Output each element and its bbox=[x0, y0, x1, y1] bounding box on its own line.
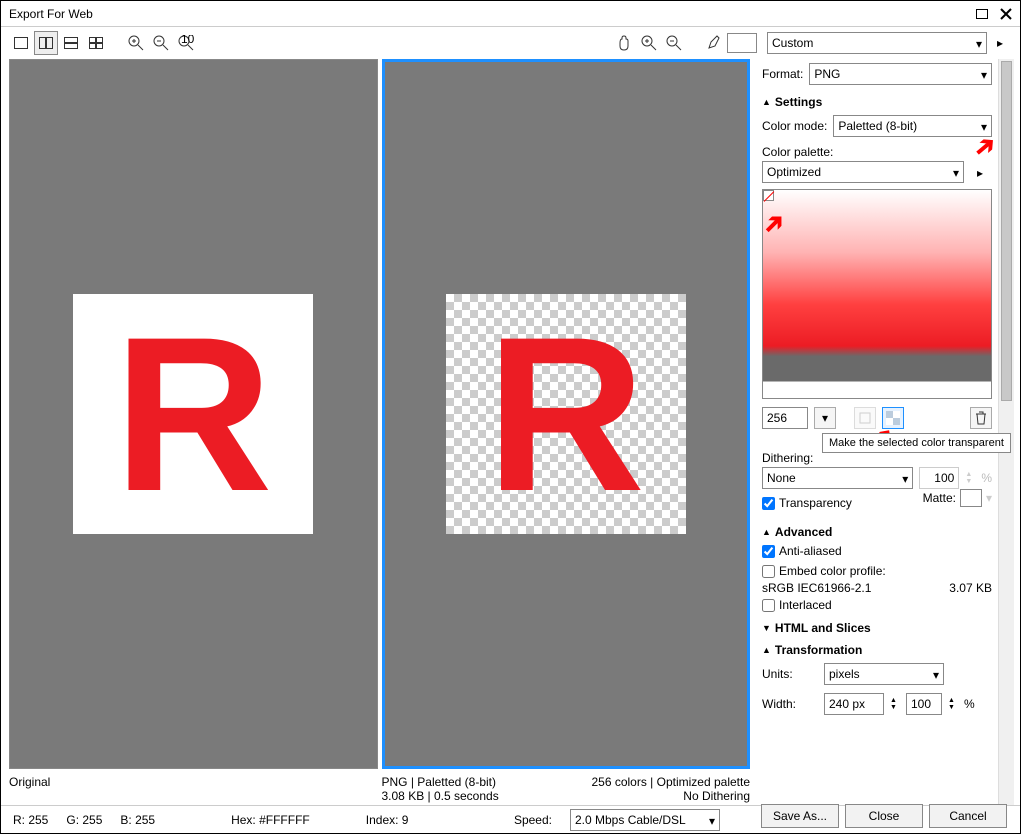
colors-dropdown-icon[interactable]: ▾ bbox=[814, 407, 836, 429]
layout-2up-vert-icon[interactable] bbox=[34, 31, 58, 55]
embed-profile-check[interactable] bbox=[762, 565, 775, 578]
palette-menu-icon[interactable]: ▸ bbox=[968, 161, 992, 185]
status-index: Index: 9 bbox=[366, 813, 409, 827]
svg-text:100: 100 bbox=[181, 35, 194, 46]
dithering-combo[interactable]: None▾ bbox=[762, 467, 913, 489]
window-title: Export For Web bbox=[5, 7, 968, 21]
profile-name: sRGB IEC61966-2.1 bbox=[762, 581, 871, 595]
status-hex: Hex: #FFFFFF bbox=[231, 813, 310, 827]
maximize-icon[interactable] bbox=[972, 5, 992, 23]
layout-single-icon[interactable] bbox=[9, 31, 33, 55]
toolbar: 100 Custom ▾ ▸ bbox=[1, 27, 1020, 59]
status-g: G: 255 bbox=[66, 813, 102, 827]
eyedropper-icon[interactable] bbox=[702, 31, 726, 55]
interlaced-check[interactable] bbox=[762, 599, 775, 612]
section-transform[interactable]: ▲Transformation bbox=[762, 643, 992, 657]
matte-color bbox=[960, 489, 982, 507]
add-color-icon bbox=[854, 407, 876, 429]
preset-combo[interactable]: Custom ▾ bbox=[767, 32, 987, 54]
preview-original[interactable]: R bbox=[9, 59, 378, 769]
color-mode-label: Color mode: bbox=[762, 119, 827, 133]
close-icon[interactable] bbox=[996, 5, 1016, 23]
original-label: Original bbox=[9, 775, 378, 789]
layout-4up-icon[interactable] bbox=[84, 31, 108, 55]
title-bar: Export For Web bbox=[1, 1, 1020, 27]
opt-info-2r: No Dithering bbox=[683, 789, 750, 803]
opt-info-1l: PNG | Paletted (8-bit) bbox=[382, 775, 497, 789]
zoom-100-icon[interactable]: 100 bbox=[174, 31, 198, 55]
section-html[interactable]: ▼HTML and Slices bbox=[762, 621, 992, 635]
cancel-button[interactable]: Cancel bbox=[929, 804, 1007, 828]
antialiased-check[interactable] bbox=[762, 545, 775, 558]
layout-2up-horiz-icon[interactable] bbox=[59, 31, 83, 55]
width-pct-field[interactable]: 100 bbox=[906, 693, 942, 715]
section-settings[interactable]: ▲Settings bbox=[762, 95, 992, 109]
profile-size: 3.07 KB bbox=[949, 581, 992, 595]
width-label: Width: bbox=[762, 697, 818, 711]
status-b: B: 255 bbox=[120, 813, 155, 827]
tooltip: Make the selected color transparent bbox=[822, 433, 1011, 453]
chevron-down-icon: ▾ bbox=[976, 37, 982, 51]
transparent-swatch[interactable] bbox=[763, 190, 774, 201]
side-panel: Format: PNG▾ ▲Settings Color mode: Palet… bbox=[758, 59, 1014, 805]
color-palette-combo[interactable]: Optimized▾ bbox=[762, 161, 964, 183]
save-button[interactable]: Save As... bbox=[761, 804, 839, 828]
preset-menu-icon[interactable]: ▸ bbox=[988, 31, 1012, 55]
speed-combo[interactable]: 2.0 Mbps Cable/DSL▾ bbox=[570, 809, 720, 831]
status-r: R: 255 bbox=[13, 813, 48, 827]
speed-label: Speed: bbox=[514, 813, 552, 827]
zoom-in-icon[interactable] bbox=[124, 31, 148, 55]
opt-info-2l: 3.08 KB | 0.5 seconds bbox=[382, 789, 499, 803]
units-label: Units: bbox=[762, 667, 818, 681]
section-advanced[interactable]: ▲Advanced bbox=[762, 525, 992, 539]
format-label: Format: bbox=[762, 67, 803, 81]
width-field[interactable]: 240 px bbox=[824, 693, 884, 715]
preset-value: Custom bbox=[772, 36, 813, 50]
color-mode-combo[interactable]: Paletted (8-bit)▾ bbox=[833, 115, 992, 137]
close-button[interactable]: Close bbox=[845, 804, 923, 828]
opt-info-1r: 256 colors | Optimized palette bbox=[591, 775, 750, 789]
color-palette-grid[interactable]: ➔ bbox=[762, 189, 992, 399]
matte-label: Matte: bbox=[923, 491, 956, 505]
make-transparent-icon[interactable] bbox=[882, 407, 904, 429]
color-palette-label: Color palette: bbox=[762, 145, 992, 159]
zoom-out-tool-icon[interactable] bbox=[662, 31, 686, 55]
colors-count-field[interactable]: 256 bbox=[762, 407, 808, 429]
eyedropper-color[interactable] bbox=[727, 33, 757, 53]
dither-amount: 100 bbox=[919, 467, 959, 489]
delete-color-icon[interactable] bbox=[970, 407, 992, 429]
zoom-out-icon[interactable] bbox=[149, 31, 173, 55]
scrollbar[interactable] bbox=[998, 59, 1014, 805]
format-combo[interactable]: PNG▾ bbox=[809, 63, 992, 85]
dithering-label: Dithering: bbox=[762, 451, 818, 465]
units-combo[interactable]: pixels▾ bbox=[824, 663, 944, 685]
zoom-in-tool-icon[interactable] bbox=[637, 31, 661, 55]
pan-icon[interactable] bbox=[612, 31, 636, 55]
preview-optimized[interactable]: R bbox=[382, 59, 751, 769]
